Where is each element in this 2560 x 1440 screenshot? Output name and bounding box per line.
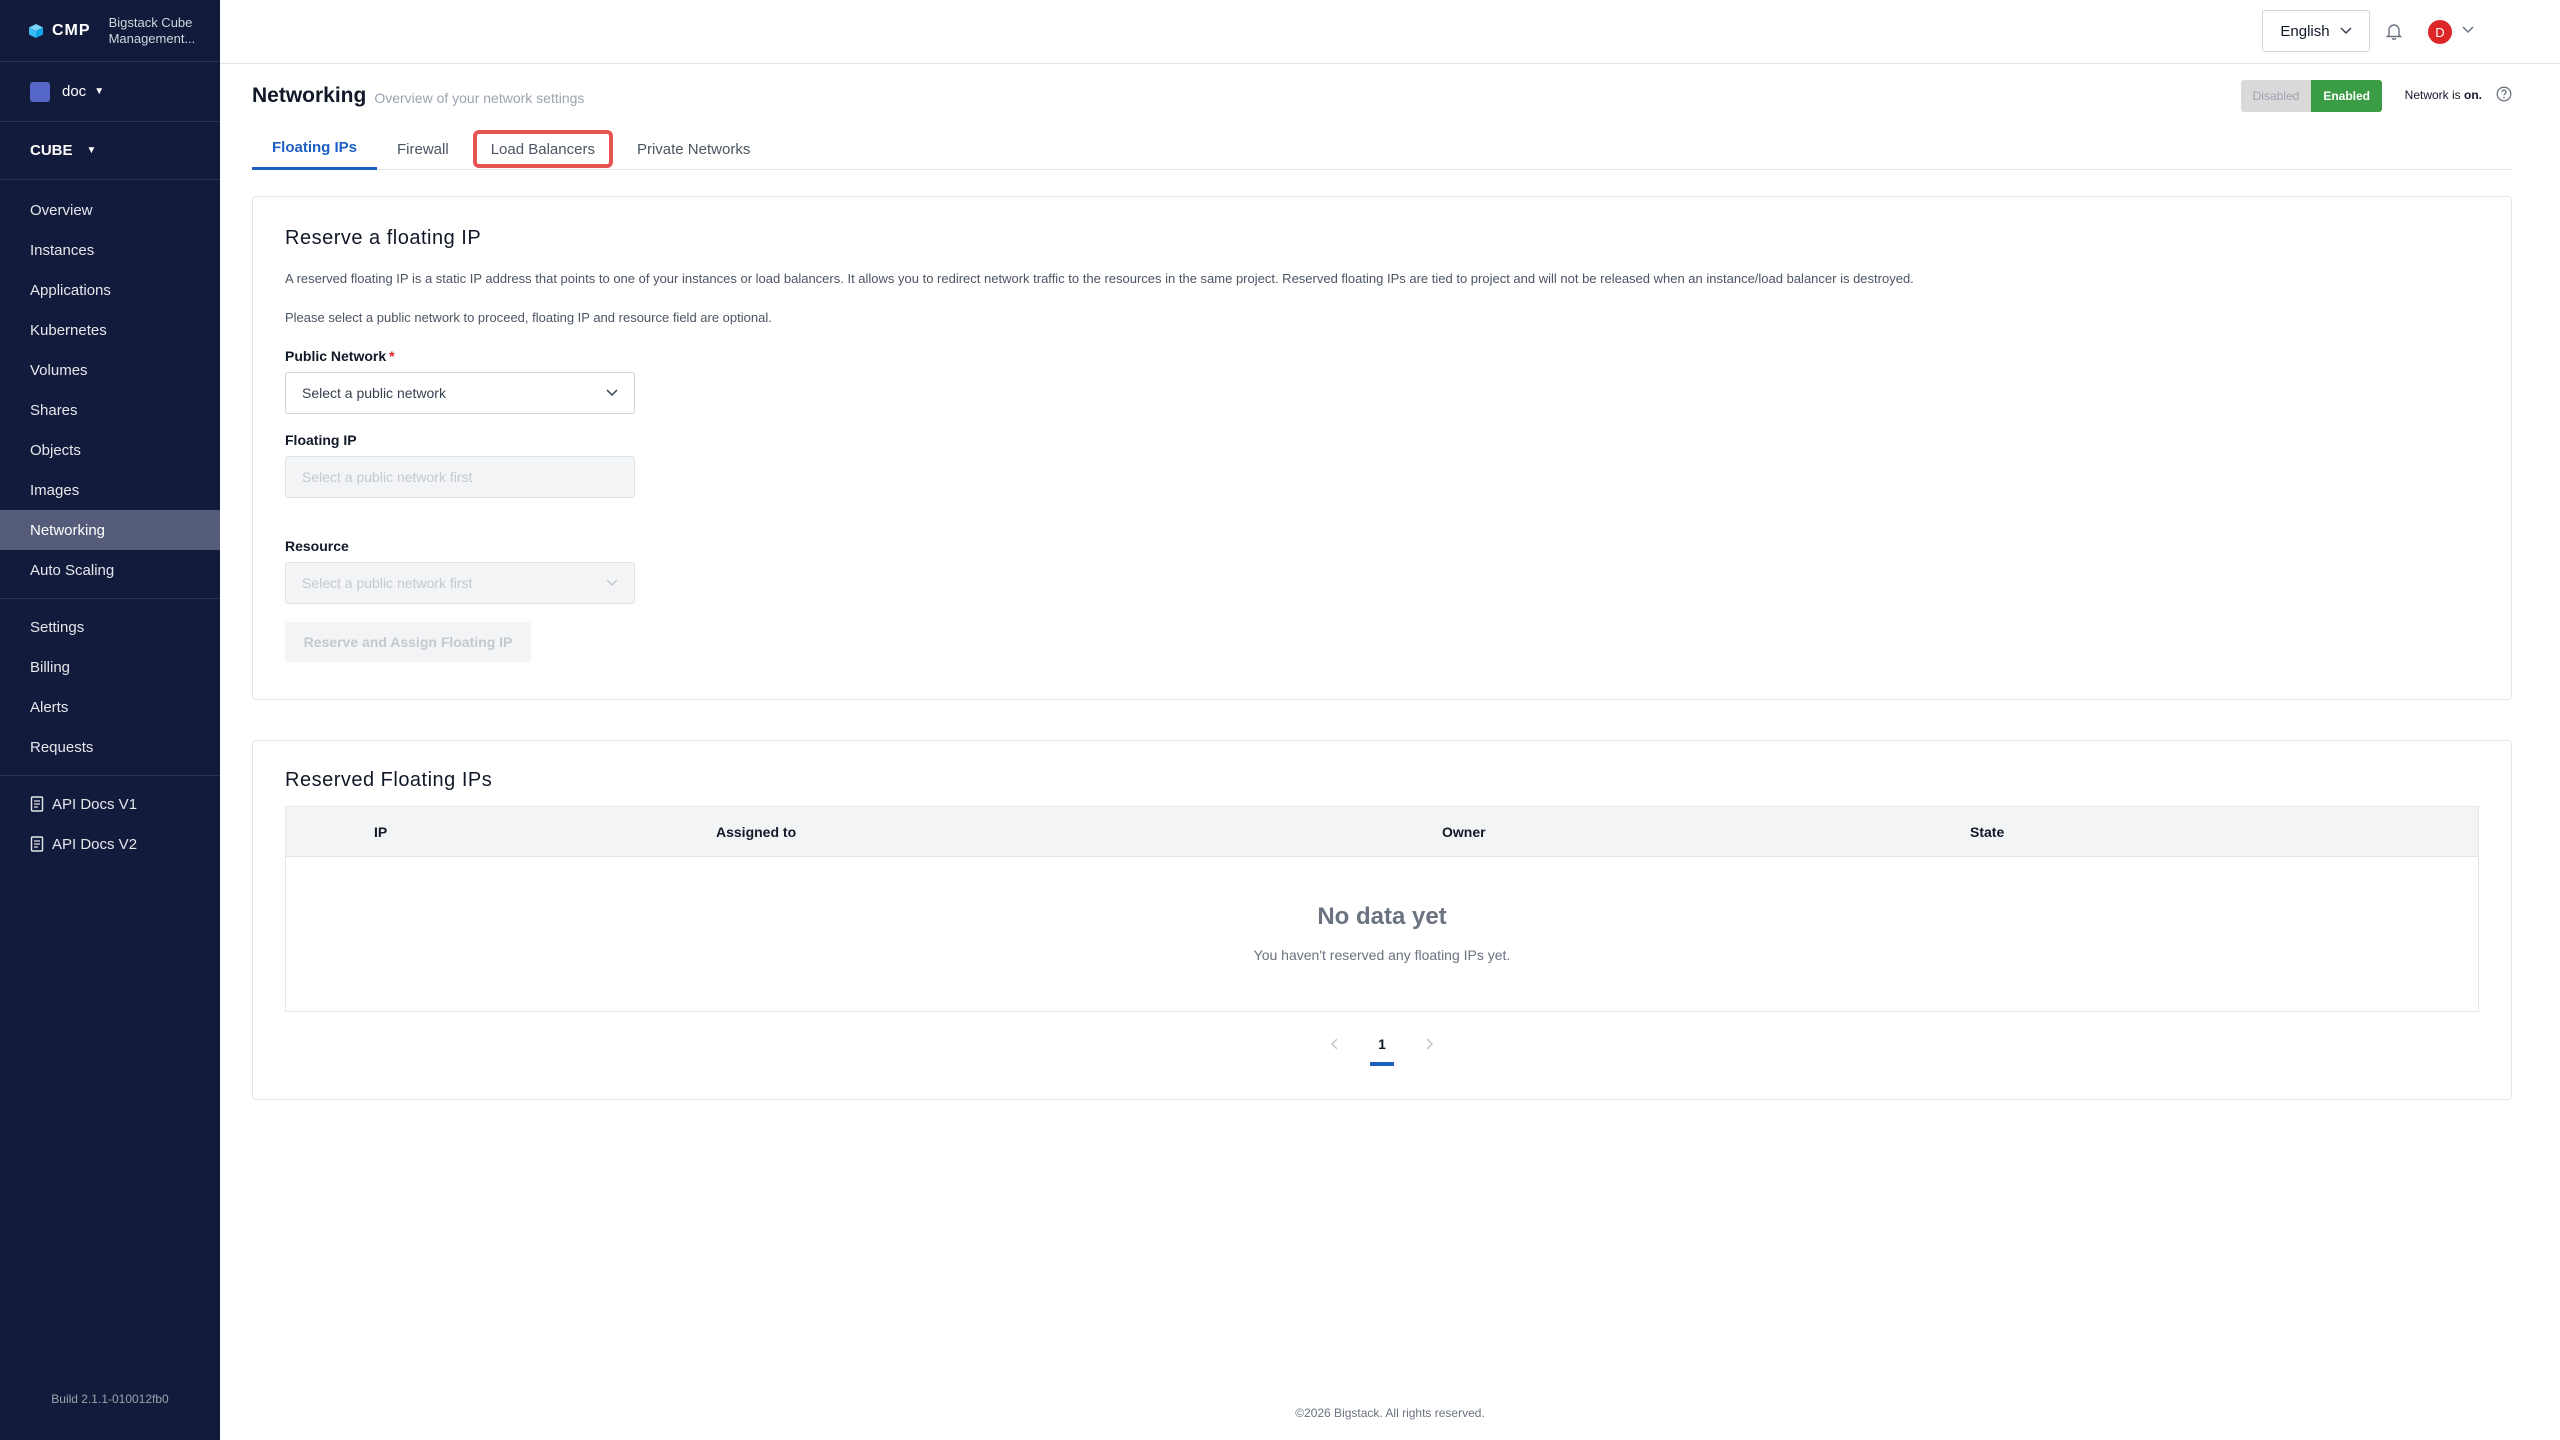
sidebar-item-alerts[interactable]: Alerts xyxy=(0,687,220,727)
page-title: Networking xyxy=(252,84,367,107)
resource-placeholder: Select a public network first xyxy=(302,575,473,591)
sidebar-item-label: API Docs V1 xyxy=(52,795,138,813)
build-version: Build 2.1.1-010012fb0 xyxy=(51,1392,169,1406)
floating-ip-placeholder: Select a public network first xyxy=(302,469,473,485)
sidebar-item-objects[interactable]: Objects xyxy=(0,430,220,470)
reserved-floating-ips-card: Reserved Floating IPs IP Assigned to Own… xyxy=(252,740,2512,1100)
public-network-label: Public Network * xyxy=(285,348,395,364)
network-status-prefix: Network is xyxy=(2404,88,2464,102)
docs-nav: API Docs V1 API Docs V2 xyxy=(0,776,220,864)
network-toggle[interactable]: Disabled Enabled xyxy=(2240,80,2382,112)
sidebar-item-settings[interactable]: Settings xyxy=(0,607,220,647)
sidebar-item-requests[interactable]: Requests xyxy=(0,727,220,767)
empty-subtitle: You haven't reserved any floating IPs ye… xyxy=(1253,947,1511,963)
sidebar-item-volumes[interactable]: Volumes xyxy=(0,350,220,390)
cube-logo-icon xyxy=(29,23,43,38)
page-header: Networking Overview of your network sett… xyxy=(252,64,2512,128)
sidebar-item-kubernetes[interactable]: Kubernetes xyxy=(0,310,220,350)
reserve-assign-button[interactable]: Reserve and Assign Floating IP xyxy=(285,622,531,662)
chevron-down-icon[interactable] xyxy=(2462,26,2474,34)
page-number[interactable]: 1 xyxy=(1370,1036,1394,1066)
language-select[interactable]: English xyxy=(2262,10,2370,52)
resource-select[interactable]: Select a public network first xyxy=(285,562,635,604)
project-icon xyxy=(30,81,50,102)
column-ip[interactable]: IP xyxy=(374,824,387,840)
required-marker: * xyxy=(389,348,395,364)
document-icon xyxy=(30,796,44,812)
brand-label: CMP xyxy=(52,21,91,39)
project-name: doc xyxy=(62,83,87,100)
chevron-down-icon xyxy=(2340,27,2352,35)
sidebar-item-api-docs-v1[interactable]: API Docs V1 xyxy=(0,784,220,824)
avatar[interactable]: D xyxy=(2428,20,2452,44)
column-owner[interactable]: Owner xyxy=(1442,824,1486,840)
resource-field: Resource Select a public network first xyxy=(285,538,2479,604)
reserve-floating-ip-card: Reserve a floating IP A reserved floatin… xyxy=(252,196,2512,700)
reserved-title: Reserved Floating IPs xyxy=(285,769,493,791)
floating-ip-field: Floating IP Select a public network firs… xyxy=(285,432,2479,498)
settings-nav: Settings Billing Alerts Requests xyxy=(0,599,220,776)
empty-title: No data yet xyxy=(1317,903,1447,930)
reserve-title: Reserve a floating IP xyxy=(285,227,482,249)
public-network-placeholder: Select a public network xyxy=(302,385,446,401)
sidebar-item-api-docs-v2[interactable]: API Docs V2 xyxy=(0,824,220,864)
region-selector[interactable]: CUBE ▼ xyxy=(0,122,220,180)
main-nav: Overview Instances Applications Kubernet… xyxy=(0,180,220,599)
sidebar-item-images[interactable]: Images xyxy=(0,470,220,510)
empty-state: No data yet You haven't reserved any flo… xyxy=(286,857,2478,1011)
sidebar-item-label: API Docs V2 xyxy=(52,835,138,853)
chevron-down-icon xyxy=(606,579,618,587)
chevron-right-icon[interactable] xyxy=(1426,1038,1434,1050)
tab-floating-ips[interactable]: Floating IPs xyxy=(252,128,378,170)
column-assigned-to[interactable]: Assigned to xyxy=(716,824,796,840)
chevron-left-icon[interactable] xyxy=(1330,1038,1338,1050)
public-network-select[interactable]: Select a public network xyxy=(285,372,635,414)
column-state[interactable]: State xyxy=(1970,824,2004,840)
floating-ip-input[interactable]: Select a public network first xyxy=(285,456,635,498)
sidebar-item-overview[interactable]: Overview xyxy=(0,190,220,230)
bell-icon[interactable] xyxy=(2386,22,2402,40)
topbar: English D xyxy=(220,0,2560,64)
reserved-ips-table: IP Assigned to Owner State No data yet Y… xyxy=(285,806,2479,1012)
toggle-enabled-option[interactable]: Enabled xyxy=(2311,80,2382,112)
project-selector[interactable]: doc ▼ xyxy=(0,62,220,122)
tab-private-networks[interactable]: Private Networks xyxy=(617,128,770,170)
main-content: Networking Overview of your network sett… xyxy=(252,64,2512,1100)
pagination: 1 xyxy=(285,1036,2479,1066)
help-icon[interactable] xyxy=(2496,86,2512,102)
brand[interactable]: CMP Bigstack Cube Management... xyxy=(0,0,220,62)
region-name: CUBE xyxy=(30,142,73,159)
tab-bar: Floating IPs Firewall Load Balancers Pri… xyxy=(252,128,2512,170)
public-network-field: Public Network * Select a public network xyxy=(285,348,2479,414)
sidebar: CMP Bigstack Cube Management... doc ▼ CU… xyxy=(0,0,220,1440)
toggle-disabled-option[interactable]: Disabled xyxy=(2240,80,2312,112)
sidebar-item-billing[interactable]: Billing xyxy=(0,647,220,687)
document-icon xyxy=(30,836,44,852)
reserve-hint: Please select a public network to procee… xyxy=(285,310,772,325)
page-subtitle: Overview of your network settings xyxy=(374,90,585,106)
chevron-down-icon xyxy=(606,389,618,397)
network-status: Network is on. xyxy=(2405,88,2482,102)
floating-ip-label: Floating IP xyxy=(285,432,357,448)
table-header: IP Assigned to Owner State xyxy=(286,807,2478,857)
sidebar-item-auto-scaling[interactable]: Auto Scaling xyxy=(0,550,220,590)
caret-down-icon: ▼ xyxy=(94,86,105,97)
network-status-value: on. xyxy=(2464,88,2482,102)
sidebar-item-shares[interactable]: Shares xyxy=(0,390,220,430)
sidebar-item-instances[interactable]: Instances xyxy=(0,230,220,270)
caret-down-icon: ▼ xyxy=(86,145,97,156)
sidebar-item-networking[interactable]: Networking xyxy=(0,510,220,550)
language-value: English xyxy=(2280,22,2330,40)
sidebar-item-applications[interactable]: Applications xyxy=(0,270,220,310)
tab-firewall[interactable]: Firewall xyxy=(377,128,469,170)
tab-load-balancers[interactable]: Load Balancers xyxy=(471,128,615,170)
footer: ©2026 Bigstack. All rights reserved. xyxy=(1295,1406,1485,1420)
reserve-description: A reserved floating IP is a static IP ad… xyxy=(285,271,1914,286)
app-name: Bigstack Cube Management... xyxy=(108,14,196,46)
resource-label: Resource xyxy=(285,538,349,554)
